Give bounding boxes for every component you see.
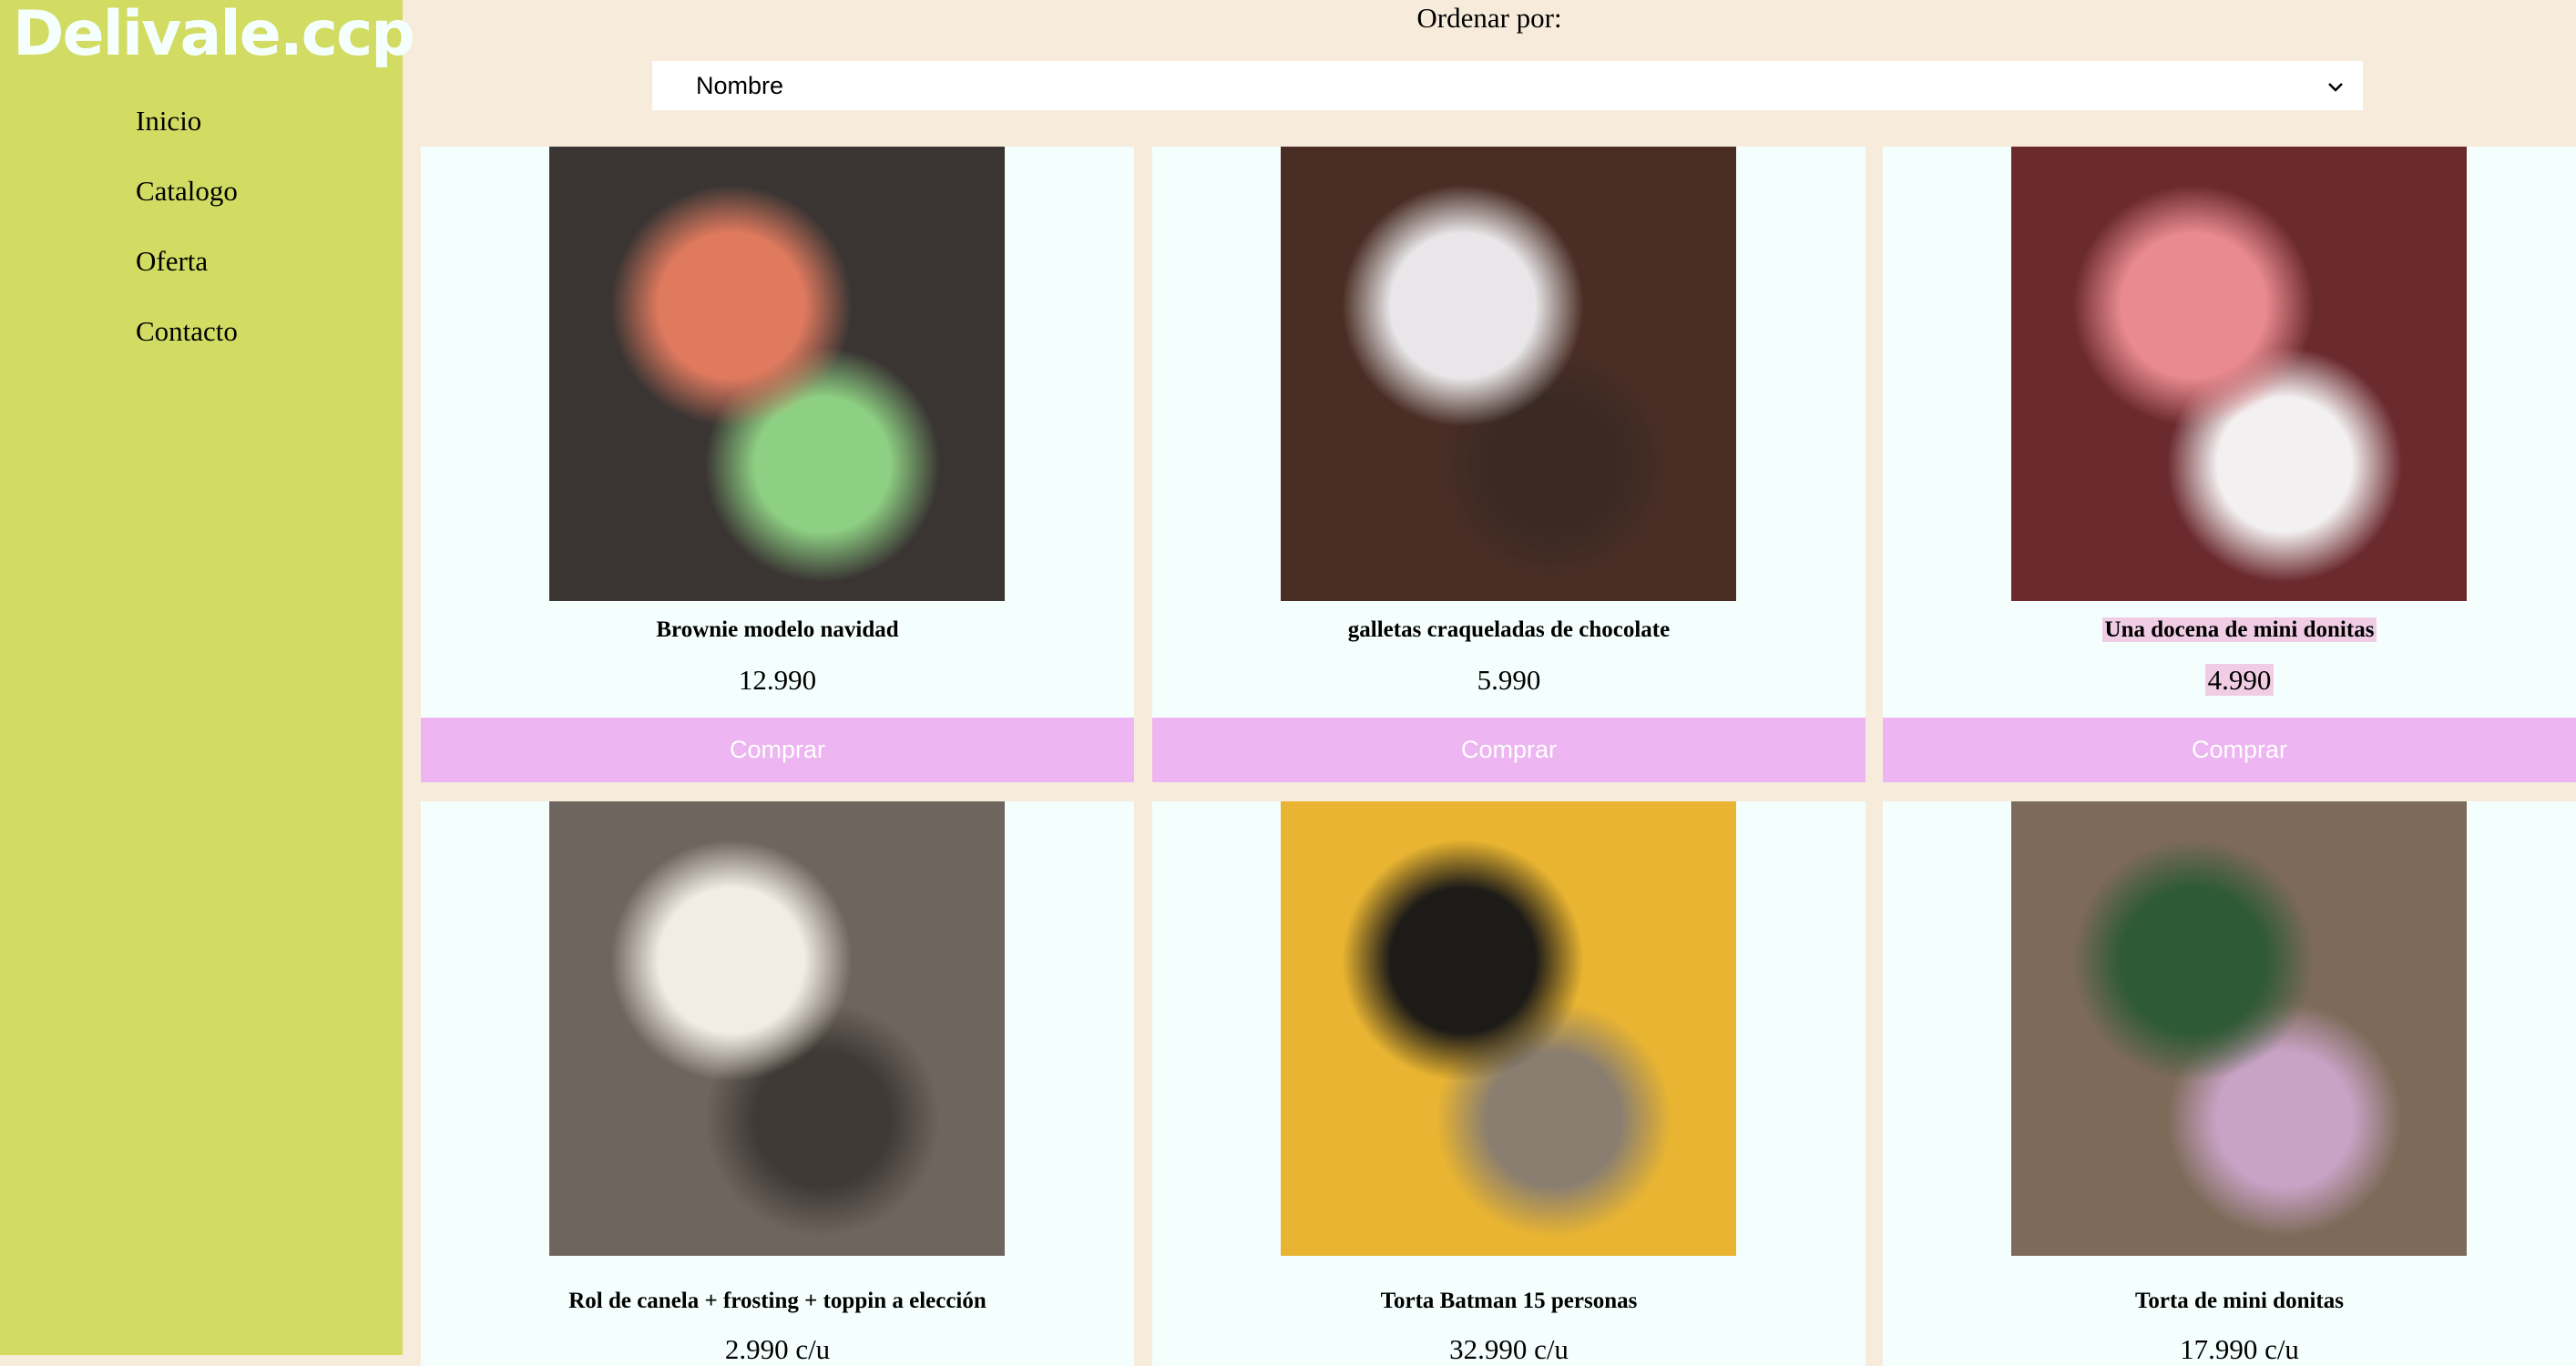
buy-button[interactable]: Comprar (1152, 718, 1866, 782)
product-image[interactable] (549, 147, 1005, 601)
product-name: Torta de mini donitas (2135, 1289, 2344, 1313)
product-name: Rol de canela + frosting + toppin a elec… (568, 1289, 986, 1313)
product-image[interactable] (2011, 147, 2467, 601)
product-name: galletas craqueladas de chocolate (1347, 617, 1671, 642)
product-price: 4.990 (1883, 664, 2576, 697)
product-name: Una docena de mini donitas (1883, 617, 2576, 643)
product-name: Torta Batman 15 personas (1380, 1289, 1638, 1313)
nav-oferta[interactable]: Oferta (136, 245, 208, 278)
sort-select[interactable]: Nombre (652, 61, 2363, 110)
product-image[interactable] (1281, 147, 1736, 601)
product-card: Torta de mini donitas 17.990 c/u (1883, 801, 2576, 1366)
product-price: 5.990 (1477, 664, 1541, 696)
product-card: Rol de canela + frosting + toppin a elec… (421, 801, 1134, 1366)
product-image[interactable] (2011, 801, 2467, 1256)
chevron-down-icon (2326, 72, 2345, 100)
product-card: Brownie modelo navidad 12.990 Comprar (421, 147, 1134, 782)
nav-catalogo[interactable]: Catalogo (136, 175, 238, 208)
product-price: 32.990 c/u (1449, 1333, 1569, 1365)
buy-button[interactable]: Comprar (421, 718, 1134, 782)
product-price: 2.990 c/u (724, 1333, 831, 1365)
nav-contacto[interactable]: Contacto (136, 315, 238, 348)
product-price: 17.990 c/u (2180, 1333, 2299, 1365)
buy-button[interactable]: Comprar (1883, 718, 2576, 782)
product-card: Torta Batman 15 personas 32.990 c/u (1152, 801, 1866, 1366)
product-image[interactable] (1281, 801, 1736, 1256)
product-image[interactable] (549, 801, 1005, 1256)
product-card: galletas craqueladas de chocolate 5.990 … (1152, 147, 1866, 782)
sort-selected-value: Nombre (696, 71, 784, 99)
brand-logo[interactable]: Delivale.ccp (13, 0, 415, 70)
product-card: Una docena de mini donitas 4.990 Comprar (1883, 147, 2576, 782)
nav-inicio[interactable]: Inicio (136, 105, 201, 138)
sidebar: Delivale.ccp Inicio Catalogo Oferta Cont… (0, 0, 415, 1355)
product-name: Brownie modelo navidad (656, 617, 899, 642)
sort-label: Ordenar por: (1416, 2, 1562, 34)
product-price: 12.990 (738, 664, 817, 696)
